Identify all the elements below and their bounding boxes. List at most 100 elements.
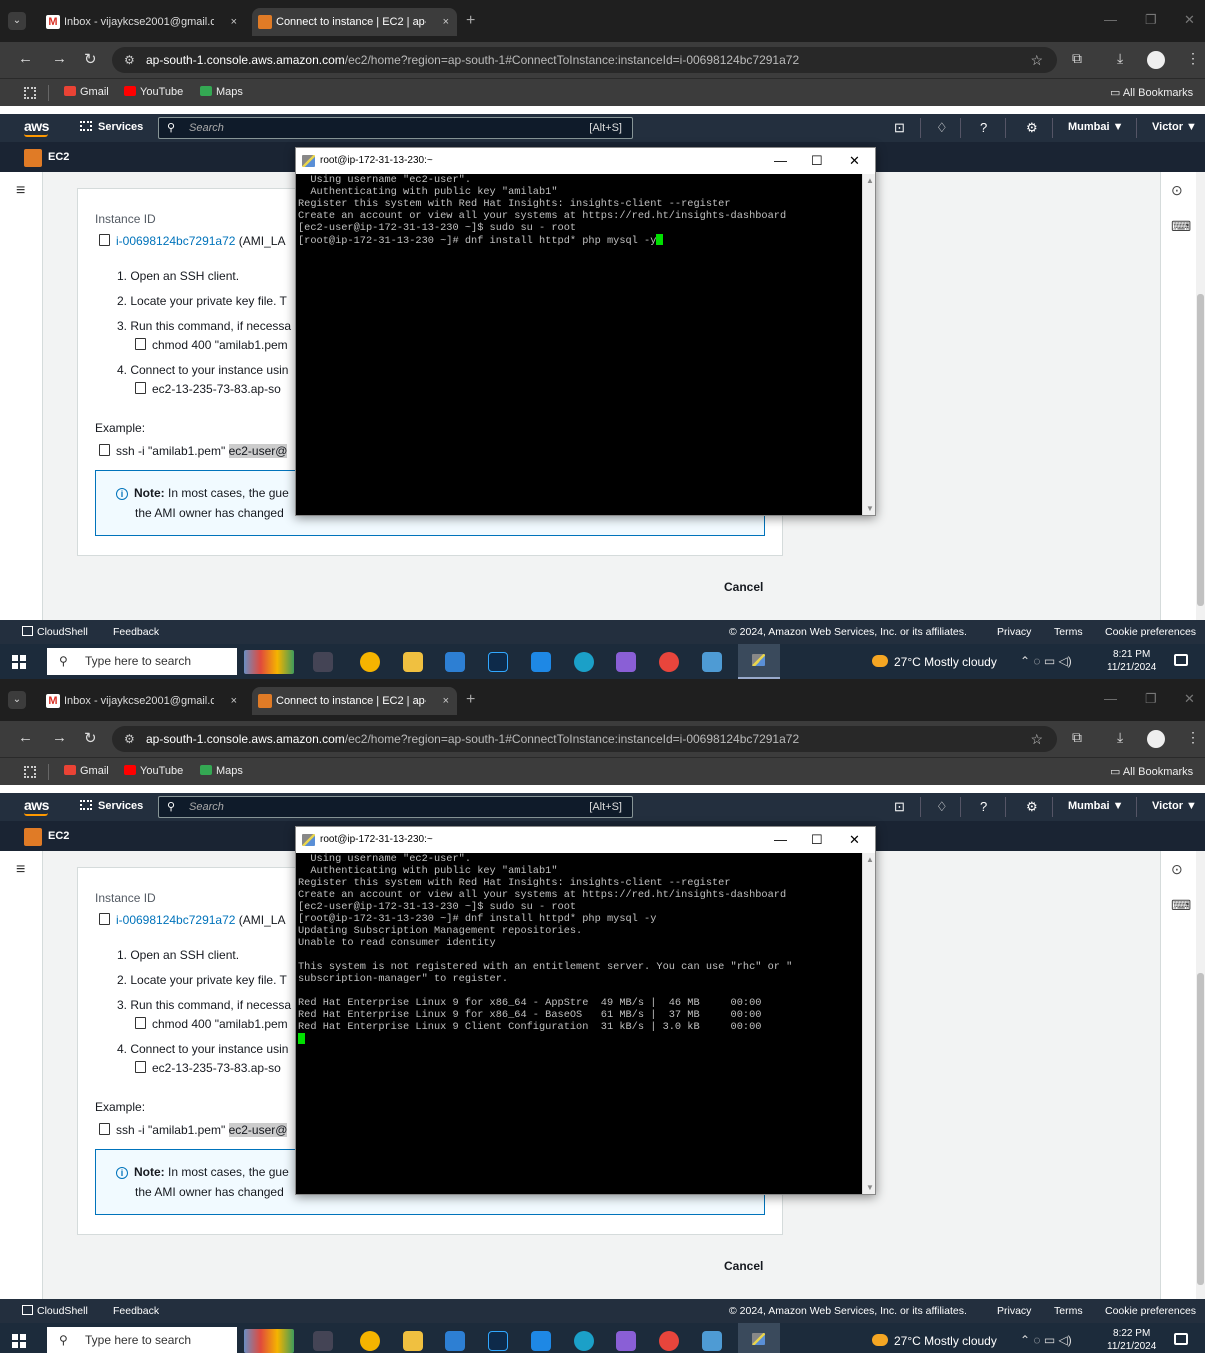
putty-terminal-window[interactable]: root@ip-172-31-13-230:~ — ☐ ✕ Using user… bbox=[295, 147, 876, 516]
copy-icon[interactable] bbox=[99, 1123, 110, 1135]
all-bookmarks-button[interactable]: ▭ All Bookmarks bbox=[1110, 86, 1193, 99]
chrome-icon[interactable] bbox=[360, 652, 380, 672]
terminal-title-bar[interactable]: root@ip-172-31-13-230:~ — ☐ ✕ bbox=[296, 827, 875, 853]
photos-icon[interactable] bbox=[702, 1331, 722, 1351]
scroll-down-icon[interactable]: ▼ bbox=[866, 504, 874, 513]
restore-icon[interactable]: ❐ bbox=[1145, 691, 1157, 707]
help-icon[interactable]: ? bbox=[980, 120, 987, 135]
close-window-icon[interactable]: ✕ bbox=[1184, 691, 1195, 707]
reload-icon[interactable]: ↻ bbox=[84, 729, 97, 747]
taskbar-clock[interactable]: 8:21 PM 11/21/2024 bbox=[1107, 648, 1156, 674]
cancel-button[interactable]: Cancel bbox=[724, 1259, 763, 1273]
terminal-scrollbar[interactable]: ▲ ▼ bbox=[862, 174, 875, 515]
region-selector[interactable]: Mumbai ▼ bbox=[1068, 800, 1124, 812]
tab-gmail-inbox[interactable]: M Inbox - vijaykcse2001@gmail.c × bbox=[40, 687, 245, 715]
copy-icon[interactable] bbox=[99, 444, 110, 456]
feedback-panel-icon[interactable]: ⌨ bbox=[1171, 218, 1191, 235]
scroll-down-icon[interactable]: ▼ bbox=[866, 1183, 874, 1192]
aws-logo[interactable]: aws bbox=[24, 797, 49, 816]
apps-grid-icon[interactable] bbox=[24, 87, 36, 99]
terminal-minimize-icon[interactable]: — bbox=[774, 148, 787, 174]
visual-studio-icon[interactable] bbox=[616, 652, 636, 672]
address-bar[interactable]: ⚙ ap-south-1.console.aws.amazon.com/ec2/… bbox=[112, 47, 1057, 73]
putty-taskbar-button[interactable] bbox=[738, 644, 780, 679]
bookmark-maps[interactable]: Maps bbox=[200, 765, 243, 777]
chrome-profile-icon[interactable] bbox=[659, 1331, 679, 1351]
bookmark-gmail[interactable]: Gmail bbox=[64, 86, 109, 98]
account-menu[interactable]: Victor ▼ bbox=[1152, 800, 1197, 812]
profile-avatar[interactable] bbox=[1147, 51, 1165, 69]
ec2-service-icon[interactable] bbox=[24, 828, 42, 846]
visual-studio-icon[interactable] bbox=[616, 1331, 636, 1351]
scroll-up-icon[interactable]: ▲ bbox=[866, 176, 874, 185]
minimize-icon[interactable]: — bbox=[1104, 12, 1117, 27]
search-highlight-image[interactable] bbox=[244, 1329, 294, 1353]
terminal-maximize-icon[interactable]: ☐ bbox=[811, 148, 823, 174]
page-scrollbar[interactable] bbox=[1196, 172, 1205, 620]
info-panel-icon[interactable]: ⊙ bbox=[1171, 861, 1183, 878]
copy-icon[interactable] bbox=[135, 1061, 146, 1073]
bookmark-star-icon[interactable]: ☆ bbox=[1030, 726, 1043, 752]
account-menu[interactable]: Victor ▼ bbox=[1152, 121, 1197, 133]
new-tab-button[interactable]: + bbox=[466, 691, 475, 709]
services-menu-button[interactable]: Services bbox=[80, 121, 143, 133]
terminal-screen[interactable]: Using username "ec2-user". Authenticatin… bbox=[296, 853, 862, 1194]
copy-icon[interactable] bbox=[135, 338, 146, 350]
feedback-link[interactable]: Feedback bbox=[113, 626, 159, 638]
file-explorer-icon[interactable] bbox=[403, 1331, 423, 1351]
copy-icon[interactable] bbox=[135, 382, 146, 394]
copy-icon[interactable] bbox=[99, 234, 110, 246]
chrome-icon[interactable] bbox=[360, 1331, 380, 1351]
chrome-menu-icon[interactable]: ⋮ bbox=[1186, 729, 1200, 746]
aws-search-input[interactable]: ⚲ Search [Alt+S] bbox=[158, 796, 633, 818]
store-icon[interactable] bbox=[445, 1331, 465, 1351]
cookie-preferences-link[interactable]: Cookie preferences bbox=[1105, 626, 1196, 638]
bookmark-youtube[interactable]: YouTube bbox=[124, 765, 183, 777]
page-scrollbar[interactable] bbox=[1196, 851, 1205, 1299]
cloudshell-link[interactable]: CloudShell bbox=[22, 1305, 88, 1317]
terminal-screen[interactable]: Using username "ec2-user". Authenticatin… bbox=[296, 174, 862, 515]
taskbar-clock[interactable]: 8:22 PM 11/21/2024 bbox=[1107, 1327, 1156, 1353]
instance-id-link[interactable]: i-00698124bc7291a72 bbox=[116, 913, 235, 927]
photoshop-icon[interactable] bbox=[488, 1331, 508, 1351]
bookmark-youtube[interactable]: YouTube bbox=[124, 86, 183, 98]
cancel-button[interactable]: Cancel bbox=[724, 580, 763, 594]
new-tab-button[interactable]: + bbox=[466, 12, 475, 30]
weather-widget[interactable]: 27°C Mostly cloudy bbox=[872, 1334, 997, 1348]
scroll-up-icon[interactable]: ▲ bbox=[866, 855, 874, 864]
forward-arrow-icon[interactable]: → bbox=[52, 50, 67, 67]
all-bookmarks-button[interactable]: ▭ All Bookmarks bbox=[1110, 765, 1193, 778]
terminal-minimize-icon[interactable]: — bbox=[774, 827, 787, 853]
scrollbar-thumb[interactable] bbox=[1197, 294, 1204, 606]
edge-icon[interactable] bbox=[574, 1331, 594, 1351]
notifications-bell-icon[interactable]: ♢ bbox=[936, 120, 948, 136]
taskbar-search-input[interactable]: ⚲ Type here to search bbox=[47, 1327, 237, 1353]
cloudshell-icon[interactable]: ⊡ bbox=[894, 799, 905, 815]
windows-start-icon[interactable] bbox=[12, 655, 26, 669]
terminal-scrollbar[interactable]: ▲ ▼ bbox=[862, 853, 875, 1194]
download-icon[interactable]: ⤓ bbox=[1117, 729, 1123, 746]
close-tab-icon[interactable]: × bbox=[231, 8, 237, 36]
putty-taskbar-button[interactable] bbox=[738, 1323, 780, 1353]
services-menu-button[interactable]: Services bbox=[80, 800, 143, 812]
minimize-icon[interactable]: — bbox=[1104, 691, 1117, 706]
terminal-close-icon[interactable]: ✕ bbox=[849, 827, 860, 853]
settings-gear-icon[interactable]: ⚙ bbox=[1026, 799, 1038, 815]
terminal-maximize-icon[interactable]: ☐ bbox=[811, 827, 823, 853]
photos-icon[interactable] bbox=[702, 652, 722, 672]
back-arrow-icon[interactable]: ← bbox=[18, 729, 33, 746]
info-panel-icon[interactable]: ⊙ bbox=[1171, 182, 1183, 199]
extensions-icon[interactable]: ⧉ bbox=[1072, 729, 1082, 746]
bookmark-star-icon[interactable]: ☆ bbox=[1030, 47, 1043, 73]
back-arrow-icon[interactable]: ← bbox=[18, 50, 33, 67]
close-tab-icon[interactable]: × bbox=[443, 8, 449, 36]
ec2-service-icon[interactable] bbox=[24, 149, 42, 167]
terminal-close-icon[interactable]: ✕ bbox=[849, 148, 860, 174]
menu-hamburger-icon[interactable]: ≡ bbox=[16, 861, 25, 879]
task-view-icon[interactable] bbox=[313, 652, 333, 672]
chrome-menu-icon[interactable]: ⋮ bbox=[1186, 50, 1200, 67]
windows-start-icon[interactable] bbox=[12, 1334, 26, 1348]
cloudshell-link[interactable]: CloudShell bbox=[22, 626, 88, 638]
feedback-link[interactable]: Feedback bbox=[113, 1305, 159, 1317]
store-icon[interactable] bbox=[445, 652, 465, 672]
